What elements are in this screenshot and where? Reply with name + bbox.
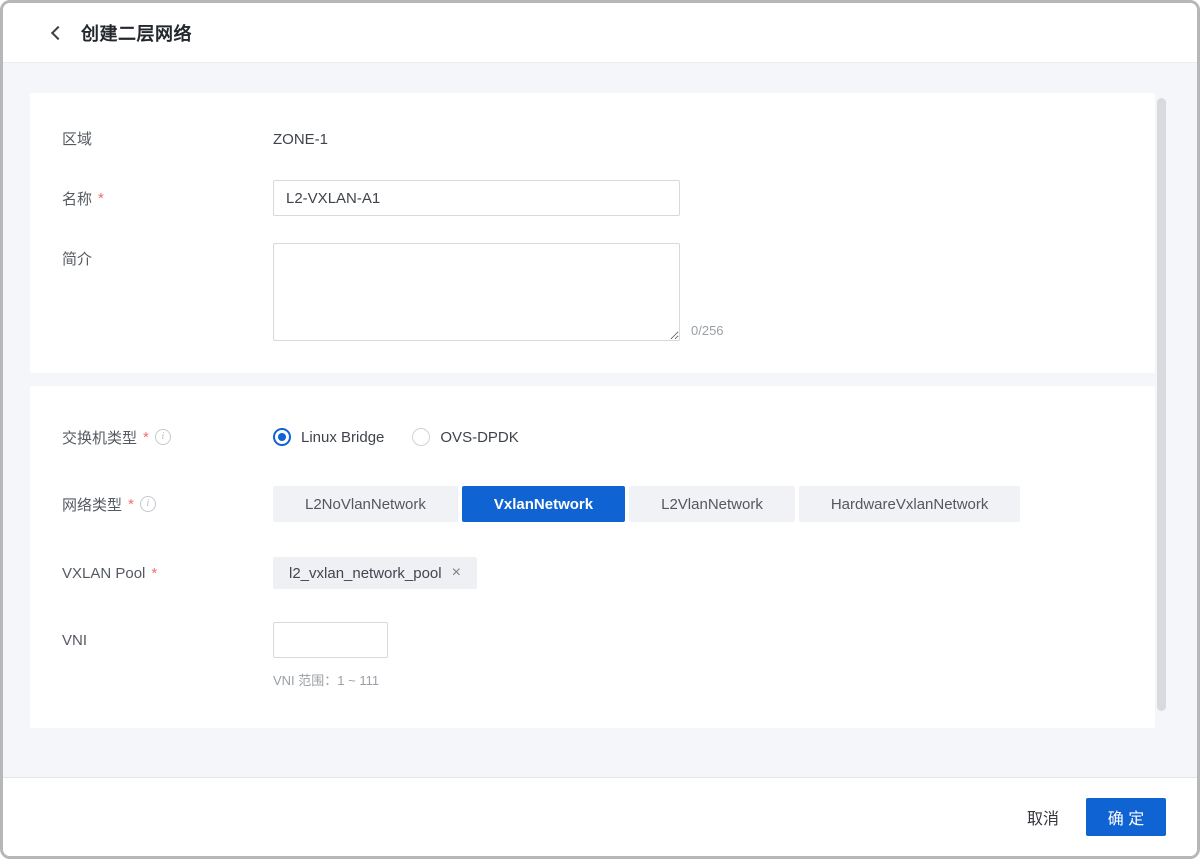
required-asterisk: * <box>151 565 157 582</box>
network-type-hardwarevxlan[interactable]: HardwareVxlanNetwork <box>799 486 1021 522</box>
basic-info-card: 区域 ZONE-1 名称 * 简介 0/256 <box>30 93 1155 373</box>
network-type-l2novlan[interactable]: L2NoVlanNetwork <box>273 486 458 522</box>
name-label: 名称 * <box>30 180 273 216</box>
create-l2-network-dialog: 创建二层网络 区域 ZONE-1 名称 * 简介 <box>0 0 1200 859</box>
network-config-card: 交换机类型 * i Linux Bridge OVS-DPDK <box>30 386 1155 728</box>
switch-type-label: 交换机类型 * i <box>30 426 273 448</box>
tag-remove-icon[interactable]: × <box>452 565 461 581</box>
description-label: 简介 <box>30 243 273 273</box>
network-type-row: 网络类型 * i L2NoVlanNetwork VxlanNetwork L2… <box>30 486 1155 522</box>
form-scroll-area: 区域 ZONE-1 名称 * 简介 0/256 <box>3 64 1197 776</box>
network-type-vxlan[interactable]: VxlanNetwork <box>462 486 625 522</box>
network-type-options: L2NoVlanNetwork VxlanNetwork L2VlanNetwo… <box>273 486 1020 522</box>
description-row: 简介 0/256 <box>30 243 1155 346</box>
confirm-button[interactable]: 确 定 <box>1086 798 1166 836</box>
radio-linux-bridge[interactable]: Linux Bridge <box>273 428 384 446</box>
required-asterisk: * <box>98 190 104 207</box>
zone-row: 区域 ZONE-1 <box>30 129 1155 151</box>
name-input[interactable] <box>273 180 680 216</box>
vni-field-group: VNI 范围：1 ~ 111 <box>273 622 388 689</box>
vxlan-pool-tag[interactable]: l2_vxlan_network_pool × <box>273 557 477 589</box>
dialog-footer: 取消 确 定 <box>3 777 1197 856</box>
dialog-header: 创建二层网络 <box>3 3 1197 63</box>
required-asterisk: * <box>143 429 149 446</box>
vni-row: VNI VNI 范围：1 ~ 111 <box>30 622 1155 689</box>
page-title: 创建二层网络 <box>81 20 192 46</box>
cancel-button[interactable]: 取消 <box>1027 805 1059 829</box>
info-icon[interactable]: i <box>140 496 156 512</box>
zone-label: 区域 <box>30 129 273 151</box>
vni-range-hint: VNI 范围：1 ~ 111 <box>273 670 388 689</box>
radio-icon <box>273 428 291 446</box>
name-row: 名称 * <box>30 180 1155 216</box>
switch-type-row: 交换机类型 * i Linux Bridge OVS-DPDK <box>30 426 1155 448</box>
info-icon[interactable]: i <box>155 429 171 445</box>
vxlan-pool-label: VXLAN Pool * <box>30 557 273 589</box>
vni-label: VNI <box>30 622 273 658</box>
network-type-l2vlan[interactable]: L2VlanNetwork <box>629 486 795 522</box>
required-asterisk: * <box>128 496 134 513</box>
back-button[interactable] <box>45 22 67 44</box>
vxlan-pool-row: VXLAN Pool * l2_vxlan_network_pool × <box>30 557 1155 589</box>
radio-icon <box>412 428 430 446</box>
network-type-label: 网络类型 * i <box>30 486 273 522</box>
vni-input[interactable] <box>273 622 388 658</box>
switch-type-radio-group: Linux Bridge OVS-DPDK <box>273 426 519 448</box>
radio-ovs-dpdk[interactable]: OVS-DPDK <box>412 428 518 446</box>
zone-value: ZONE-1 <box>273 129 328 151</box>
char-counter: 0/256 <box>691 323 724 338</box>
description-textarea[interactable] <box>273 243 680 341</box>
chevron-left-icon <box>51 25 65 39</box>
description-textarea-wrap: 0/256 <box>273 243 680 346</box>
scrollbar-thumb[interactable] <box>1157 98 1166 711</box>
